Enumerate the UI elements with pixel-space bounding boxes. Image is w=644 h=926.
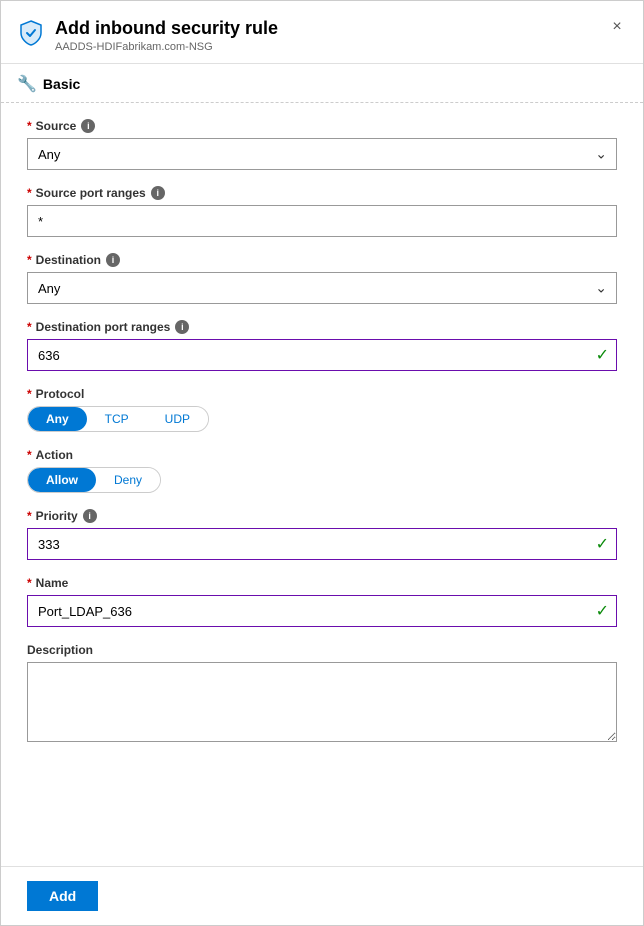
protocol-label: * Protocol — [27, 387, 617, 401]
dest-port-info-icon[interactable]: i — [175, 320, 189, 334]
protocol-required-star: * — [27, 387, 32, 401]
source-port-ranges-group: * Source port ranges i * — [27, 186, 617, 237]
source-port-ranges-input[interactable]: * — [27, 205, 617, 237]
dialog-header-text: Add inbound security rule AADDS-HDIFabri… — [55, 17, 278, 53]
destination-port-ranges-label: * Destination port ranges i — [27, 320, 617, 334]
name-label: * Name — [27, 576, 617, 590]
source-group: * Source i Any IP Addresses Service Tag … — [27, 119, 617, 170]
add-button[interactable]: Add — [27, 881, 98, 911]
source-port-label-text: Source port ranges — [36, 186, 146, 200]
destination-select[interactable]: Any IP Addresses Service Tag Application… — [27, 272, 617, 304]
destination-port-ranges-group: * Destination port ranges i ✓ — [27, 320, 617, 371]
wrench-icon: 🔧 — [17, 74, 37, 94]
source-port-ranges-label: * Source port ranges i — [27, 186, 617, 200]
action-toggle-group: Allow Deny — [27, 467, 161, 493]
protocol-group: * Protocol Any TCP UDP — [27, 387, 617, 432]
priority-input[interactable] — [27, 528, 617, 560]
dest-port-required-star: * — [27, 320, 32, 334]
source-select[interactable]: Any IP Addresses Service Tag Application… — [27, 138, 617, 170]
action-allow-button[interactable]: Allow — [28, 468, 96, 492]
source-label: * Source i — [27, 119, 617, 133]
protocol-udp-button[interactable]: UDP — [147, 407, 208, 431]
name-label-text: Name — [36, 576, 69, 590]
description-textarea[interactable] — [27, 662, 617, 742]
action-group: * Action Allow Deny — [27, 448, 617, 493]
protocol-toggle-group: Any TCP UDP — [27, 406, 209, 432]
name-required-star: * — [27, 576, 32, 590]
action-deny-button[interactable]: Deny — [96, 468, 160, 492]
description-label: Description — [27, 643, 617, 657]
dialog-subtitle: AADDS-HDIFabrikam.com-NSG — [55, 41, 278, 53]
source-label-text: Source — [36, 119, 77, 133]
source-info-icon[interactable]: i — [81, 119, 95, 133]
name-input-wrapper: ✓ — [27, 595, 617, 627]
source-select-wrapper: Any IP Addresses Service Tag Application… — [27, 138, 617, 170]
priority-input-wrapper: ✓ — [27, 528, 617, 560]
destination-info-icon[interactable]: i — [106, 253, 120, 267]
destination-label: * Destination i — [27, 253, 617, 267]
dest-port-label-text: Destination port ranges — [36, 320, 171, 334]
dialog-title: Add inbound security rule — [55, 17, 278, 40]
destination-group: * Destination i Any IP Addresses Service… — [27, 253, 617, 304]
priority-group: * Priority i ✓ — [27, 509, 617, 560]
priority-label-text: Priority — [36, 509, 78, 523]
destination-port-ranges-input[interactable] — [27, 339, 617, 371]
protocol-any-button[interactable]: Any — [28, 407, 87, 431]
source-port-required-star: * — [27, 186, 32, 200]
protocol-tcp-button[interactable]: TCP — [87, 407, 147, 431]
source-port-info-icon[interactable]: i — [151, 186, 165, 200]
dialog-footer: Add — [1, 866, 643, 925]
priority-required-star: * — [27, 509, 32, 523]
form-body: * Source i Any IP Addresses Service Tag … — [1, 103, 643, 866]
dest-port-input-wrapper: ✓ — [27, 339, 617, 371]
action-label: * Action — [27, 448, 617, 462]
name-input[interactable] — [27, 595, 617, 627]
name-group: * Name ✓ — [27, 576, 617, 627]
section-header-label: Basic — [43, 76, 80, 92]
destination-required-star: * — [27, 253, 32, 267]
priority-label: * Priority i — [27, 509, 617, 523]
dialog-header: Add inbound security rule AADDS-HDIFabri… — [1, 1, 643, 64]
action-required-star: * — [27, 448, 32, 462]
protocol-label-text: Protocol — [36, 387, 85, 401]
close-button[interactable]: × — [605, 15, 629, 39]
shield-icon — [17, 19, 45, 47]
add-inbound-rule-dialog: Add inbound security rule AADDS-HDIFabri… — [0, 0, 644, 926]
priority-info-icon[interactable]: i — [83, 509, 97, 523]
description-label-text: Description — [27, 643, 93, 657]
action-label-text: Action — [36, 448, 73, 462]
description-group: Description — [27, 643, 617, 745]
destination-label-text: Destination — [36, 253, 101, 267]
section-header: 🔧 Basic — [1, 64, 643, 103]
destination-select-wrapper: Any IP Addresses Service Tag Application… — [27, 272, 617, 304]
source-required-star: * — [27, 119, 32, 133]
